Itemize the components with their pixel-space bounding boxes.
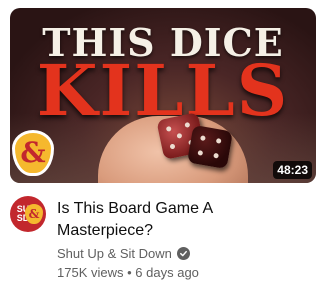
die-pip [176, 132, 183, 139]
duration-badge: 48:23 [273, 161, 312, 179]
video-title[interactable]: Is This Board Game A Masterpiece? [57, 198, 307, 242]
video-card[interactable]: THIS DICE KILLS & 48:23 SU SD & Is This … [0, 0, 327, 296]
channel-row: Shut Up & Sit Down [57, 246, 190, 261]
more-actions-button[interactable] [297, 198, 317, 222]
upload-age: 6 days ago [135, 265, 199, 280]
video-meta: 175K views • 6 days ago [57, 265, 199, 280]
check-circle-icon [176, 247, 190, 260]
channel-name[interactable]: Shut Up & Sit Down [57, 246, 172, 261]
vertical-dots-icon [305, 202, 309, 218]
channel-avatar[interactable]: SU SD & [10, 196, 46, 232]
die-pip [165, 125, 172, 132]
logo-ampersand: & [20, 136, 46, 169]
die-pip [197, 150, 204, 156]
avatar-ampersand: & [25, 204, 43, 224]
meta-separator: • [127, 265, 132, 280]
die-pip [200, 135, 206, 142]
die-pip [169, 143, 176, 150]
dark-die-image [187, 124, 233, 170]
die-pip [184, 121, 191, 128]
video-thumbnail[interactable]: THIS DICE KILLS & 48:23 [10, 8, 316, 183]
die-pip [213, 152, 219, 159]
view-count: 175K views [57, 265, 124, 280]
die-pip [215, 138, 222, 144]
